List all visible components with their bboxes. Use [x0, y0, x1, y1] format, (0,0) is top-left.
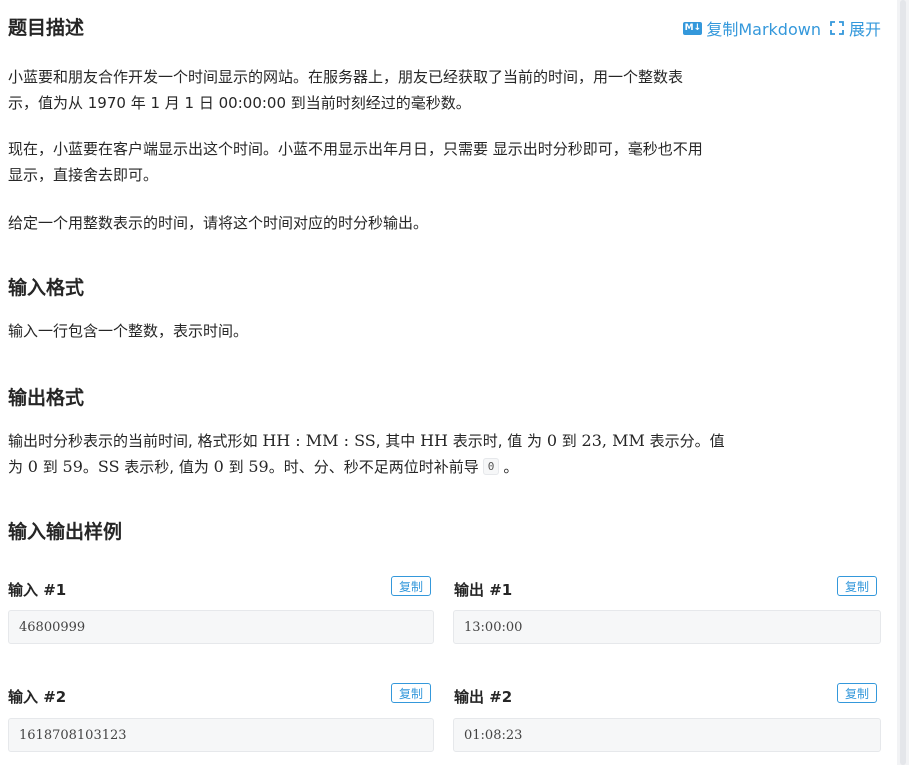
math-inline: 0: [27, 457, 38, 476]
math-inline: 0: [213, 457, 224, 476]
sample-output-label: 输出 #2: [454, 688, 513, 706]
text-segment: 表示秒, 值为: [119, 458, 214, 476]
math-inline: HH: [420, 431, 448, 450]
text-segment: , 其中: [375, 432, 421, 450]
problem-panel: 题目描述 M↓ 复制Markdown 展开 小蓝要和朋友合作开发一个时间显示的网…: [0, 0, 897, 765]
text-segment: 。: [503, 458, 519, 476]
text-segment: 到: [557, 432, 582, 450]
sample-input-box[interactable]: 1618708103123: [8, 718, 434, 752]
text-segment: 表示分。值: [644, 432, 725, 450]
toolbar: M↓ 复制Markdown 展开: [683, 16, 881, 40]
inline-code: 0: [482, 458, 500, 475]
sample-output-box[interactable]: 13:00:00: [453, 610, 881, 644]
text-segment: 。: [82, 458, 98, 476]
expand-label: 展开: [848, 20, 881, 39]
description-paragraph-2: 现在，小蓝要在客户端显示出这个时间。小蓝不用显示出年月日，只需要 显示出时分秒即…: [8, 136, 888, 188]
scrollbar-thumb[interactable]: [900, 0, 906, 765]
description-paragraph-3: 给定一个用整数表示的时间，请将这个时间对应的时分秒输出。: [8, 214, 429, 232]
section-title-input-format: 输入格式: [8, 277, 85, 299]
page-scrollbar[interactable]: [897, 0, 909, 765]
math-inline: 23, MM: [581, 431, 645, 450]
section-title-samples: 输入输出样例: [8, 521, 123, 543]
expand-button[interactable]: 展开: [829, 16, 881, 40]
sample-input-label: 输入 #2: [8, 688, 67, 706]
copy-markdown-button[interactable]: M↓ 复制Markdown: [683, 16, 821, 40]
copy-output-2-button[interactable]: 复制: [837, 683, 878, 703]
sample-input-box[interactable]: 46800999: [8, 610, 434, 644]
sample-input-label: 输入 #1: [8, 581, 67, 599]
expand-icon: [830, 21, 844, 35]
output-format-text: 输出时分秒表示的当前时间, 格式形如 HH : MM : SS, 其中 HH 表…: [8, 428, 888, 480]
text-segment: 。时、分、秒不足两位时补前导: [268, 458, 479, 476]
copy-input-2-button[interactable]: 复制: [391, 683, 432, 703]
text-segment: 为: [8, 458, 28, 476]
math-inline: SS: [97, 457, 120, 476]
description-line: 现在，小蓝要在客户端显示出这个时间。小蓝不用显示出年月日，只需要 显示出时分秒即…: [8, 140, 703, 158]
sample-output-box[interactable]: 01:08:23: [453, 718, 881, 752]
text-segment: 表示时, 值 为: [447, 432, 547, 450]
description-paragraph-1: 小蓝要和朋友合作开发一个时间显示的网站。在服务器上，朋友已经获取了当前的时间，用…: [8, 64, 888, 116]
section-title-description: 题目描述: [8, 17, 85, 39]
input-format-text: 输入一行包含一个整数，表示时间。: [8, 322, 249, 340]
markdown-icon: M↓: [683, 21, 703, 35]
math-inline: HH : MM : SS: [262, 431, 376, 450]
math-inline: 0: [546, 431, 557, 450]
copy-markdown-label: 复制Markdown: [706, 20, 821, 39]
description-line: 显示，直接舍去即可。: [8, 166, 159, 184]
text-segment: 到: [37, 458, 63, 476]
sample-output-label: 输出 #1: [454, 581, 513, 599]
copy-output-1-button[interactable]: 复制: [837, 576, 878, 596]
math-inline: 59: [248, 457, 269, 476]
math-inline: 59: [62, 457, 83, 476]
copy-input-1-button[interactable]: 复制: [391, 576, 432, 596]
text-segment: 输出时分秒表示的当前时间, 格式形如: [8, 432, 263, 450]
section-title-output-format: 输出格式: [8, 387, 85, 409]
text-segment: 到: [223, 458, 249, 476]
description-line: 小蓝要和朋友合作开发一个时间显示的网站。在服务器上，朋友已经获取了当前的时间，用…: [8, 68, 684, 86]
description-line: 示，值为从 1970 年 1 月 1 日 00:00:00 到当前时刻经过的毫秒…: [8, 94, 471, 112]
